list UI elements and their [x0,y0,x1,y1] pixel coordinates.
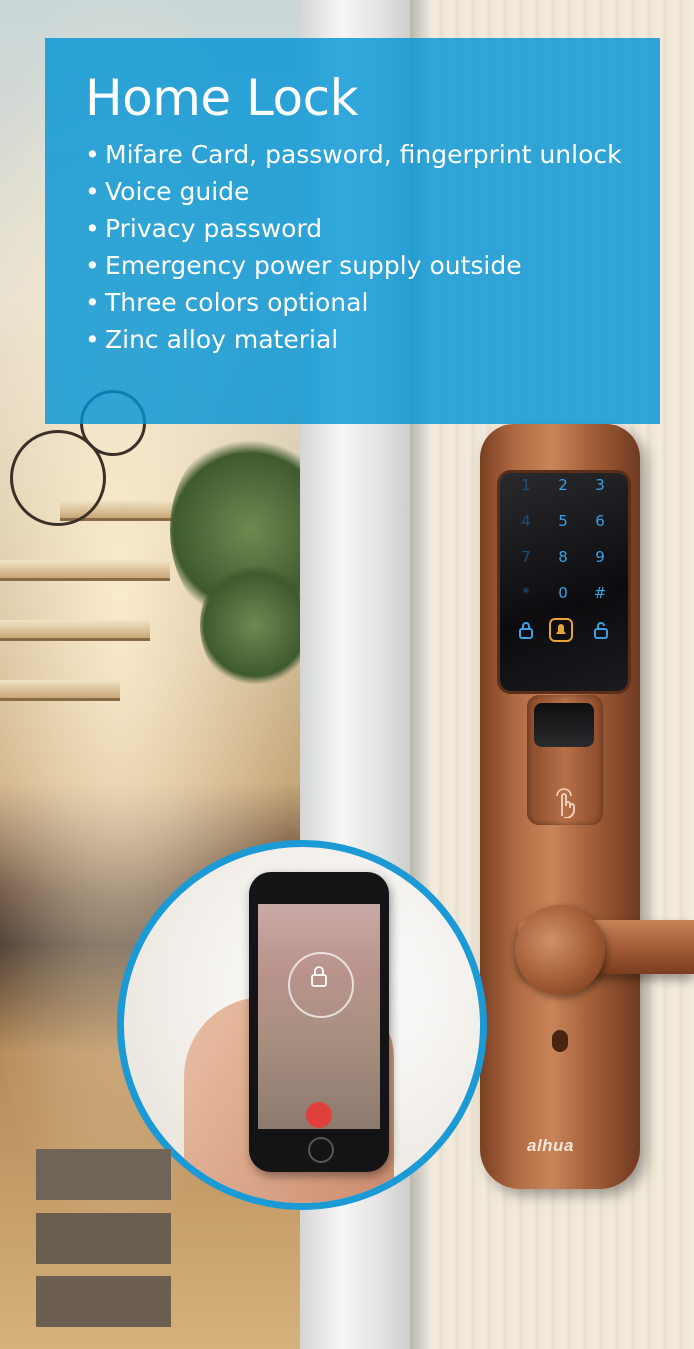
bullet: • [85,177,100,206]
plant-decor [200,560,310,690]
panel-title: Home Lock [85,69,359,127]
phone-app-circle [117,840,487,1210]
keypad-key: * [522,584,530,602]
feature-list: • Mifare Card, password, fingerprint unlo… [85,136,660,358]
bullet: • [85,288,100,317]
color-swatch-1 [36,1149,171,1200]
feature-item: • Privacy password [85,210,660,247]
fingerprint-sensor [534,703,594,747]
bullet: • [85,325,100,354]
bell-icon [549,618,573,646]
keypad-key: 0 [558,584,568,602]
unlock-icon [589,621,613,643]
keypad-key: 7 [521,548,531,566]
keypad-key: 1 [521,476,531,494]
feature-text: Emergency power supply outside [105,251,522,280]
feature-text: Voice guide [105,177,250,206]
color-swatch-2 [36,1213,171,1264]
advert-stage: 1 2 3 4 5 6 7 8 9 * 0 # alhua Home Lock … [0,0,694,1349]
bullet: • [85,251,100,280]
keypad-key: 9 [595,548,605,566]
finger-touch-icon [551,788,577,825]
lock-keypad [497,470,631,694]
app-action-button [306,1102,332,1128]
bullet: • [85,214,100,243]
feature-text: Three colors optional [105,288,369,317]
keyhole [552,1030,568,1052]
info-panel: Home Lock • Mifare Card, password, finger… [45,38,660,424]
color-swatch-3 [36,1276,171,1327]
keypad-key: 8 [558,548,568,566]
phone-home-button [308,1137,334,1163]
lock-icon [514,621,538,643]
feature-item: • Three colors optional [85,284,660,321]
feature-item: • Voice guide [85,173,660,210]
feature-text: Mifare Card, password, fingerprint unloc… [105,140,622,169]
feature-item: • Emergency power supply outside [85,247,660,284]
keypad-key: 5 [558,512,568,530]
stair-step [0,560,170,581]
handle-rose [515,905,605,995]
feature-item: • Mifare Card, password, fingerprint unlo… [85,136,660,173]
keypad-key: 6 [595,512,605,530]
keypad-key: 3 [595,476,605,494]
keypad-key: 2 [558,476,568,494]
keypad-key: 4 [521,512,531,530]
bullet: • [85,140,100,169]
feature-text: Privacy password [105,214,323,243]
feature-item: • Zinc alloy material [85,321,660,358]
padlock-icon [309,965,329,993]
stair-step [0,680,120,701]
stair-step [0,620,150,641]
feature-text: Zinc alloy material [105,325,339,354]
keypad-key: # [593,584,607,602]
brand-logo: alhua [527,1136,574,1155]
